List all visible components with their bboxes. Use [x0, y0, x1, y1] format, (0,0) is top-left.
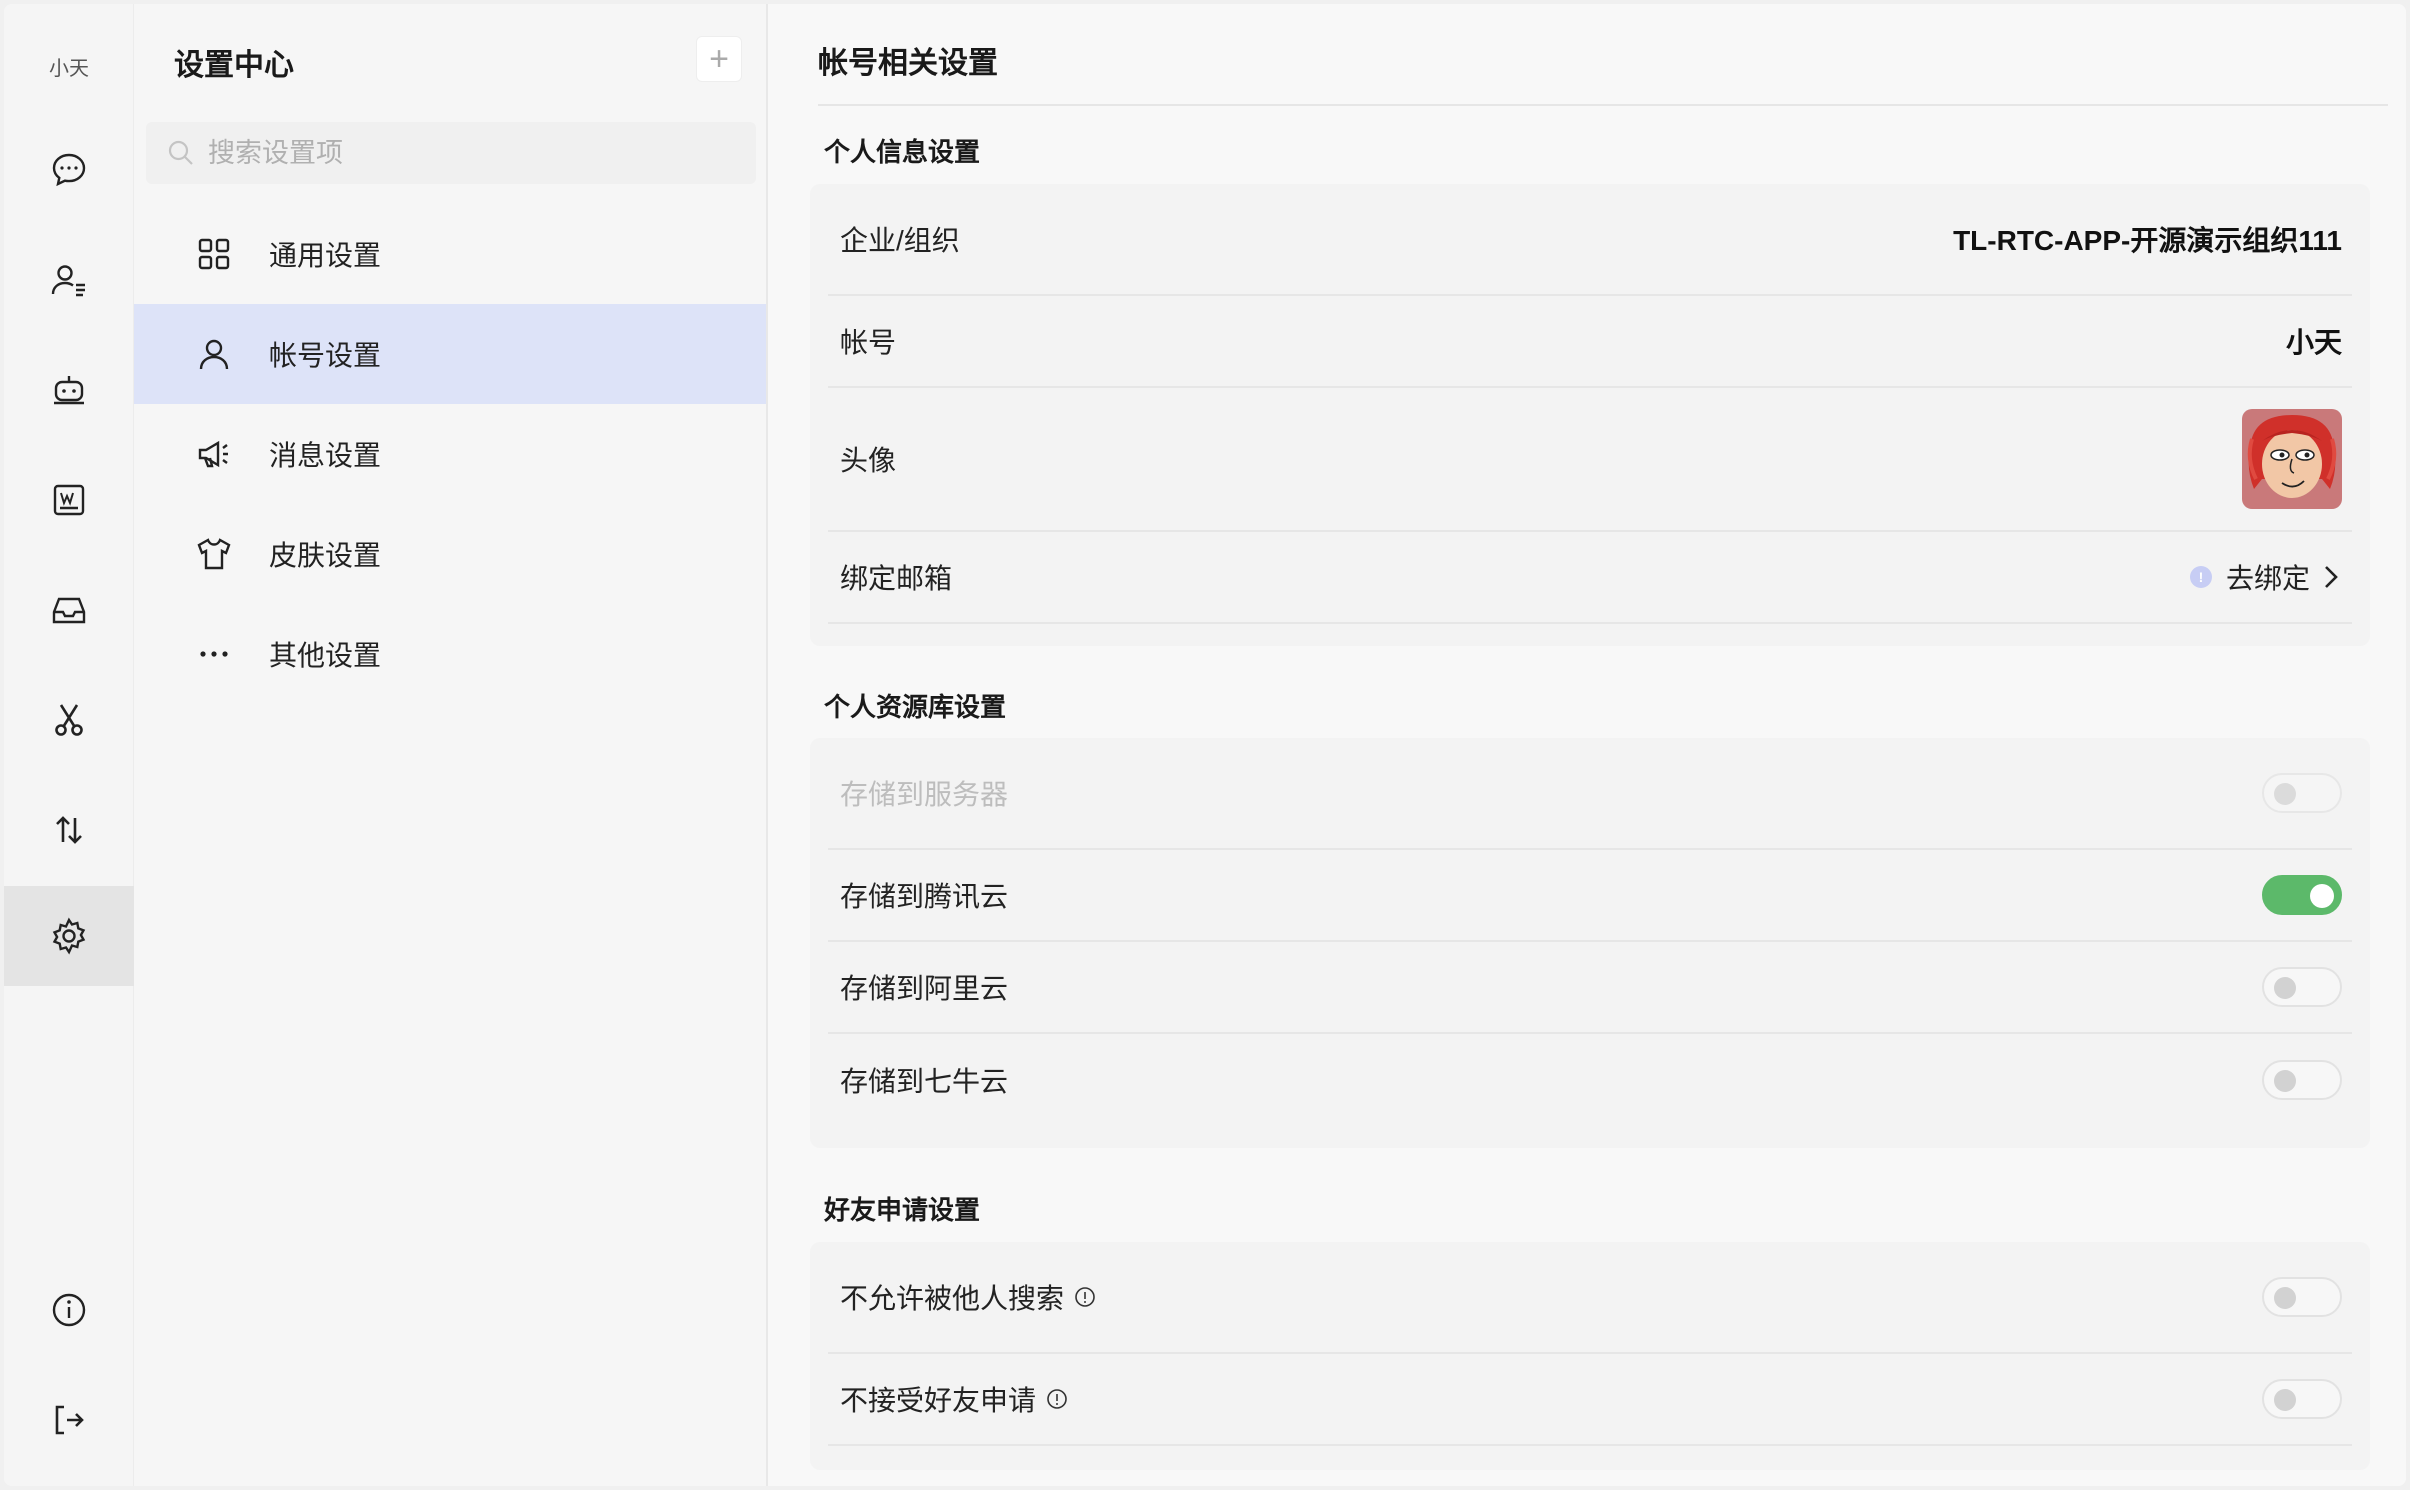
nav-item-message[interactable]: 消息设置: [134, 404, 843, 504]
nav-item-label: 皮肤设置: [269, 540, 382, 571]
section-title-friend: 好友申请设置: [824, 1195, 981, 1225]
more-dots-icon: [194, 634, 234, 674]
avatar[interactable]: [2242, 409, 2342, 509]
search-icon: [168, 140, 193, 165]
logout-icon: [55, 1405, 84, 1435]
info-dot-icon: !: [2189, 566, 2212, 588]
storage-tencent-toggle[interactable]: [2262, 875, 2342, 915]
nav-item-general[interactable]: 通用设置: [134, 204, 843, 304]
rail-inbox[interactable]: [4, 560, 134, 660]
grid-icon: [194, 234, 234, 274]
rail-scissors[interactable]: [4, 670, 134, 770]
rail-settings[interactable]: [4, 886, 134, 986]
row-account: 帐号 小天: [828, 296, 2352, 388]
search-box[interactable]: [146, 122, 756, 184]
org-value: TL-RTC-APP-开源演示组织111: [1953, 225, 2342, 256]
info-circle-icon[interactable]: [1074, 1286, 1096, 1308]
section-title-storage: 个人资源库设置: [824, 692, 1007, 722]
personal-info-card: 企业/组织 TL-RTC-APP-开源演示组织111 帐号 小天 头像 绑定邮箱…: [810, 184, 2370, 646]
icon-rail: 小天: [4, 4, 134, 1486]
storage-server-toggle[interactable]: [2262, 773, 2342, 813]
row-storage-tencent: 存储到腾讯云: [828, 850, 2352, 942]
avatar-label: 头像: [840, 445, 897, 476]
contacts-icon: [51, 265, 85, 297]
gear-icon: [52, 917, 86, 955]
nav-item-label: 消息设置: [269, 440, 382, 471]
no-friend-request-text: 不接受好友申请: [840, 1385, 1037, 1416]
settings-sidebar: 设置中心 + 通用设置 帐号设置 消息设置: [134, 4, 843, 1486]
inbox-icon: [52, 597, 86, 624]
row-storage-aliyun: 存储到阿里云: [828, 942, 2352, 1034]
no-search-toggle[interactable]: [2262, 1277, 2342, 1317]
bind-email-action[interactable]: ! 去绑定: [2189, 557, 2342, 597]
info-icon: [52, 1293, 86, 1327]
no-friend-request-toggle[interactable]: [2262, 1379, 2342, 1419]
settings-content: 帐号相关设置 个人信息设置 企业/组织 TL-RTC-APP-开源演示组织111…: [768, 4, 2406, 1486]
row-storage-server: 存储到服务器: [828, 738, 2352, 850]
account-value: 小天: [2285, 327, 2342, 358]
no-friend-request-label: 不接受好友申请: [840, 1379, 1068, 1419]
rail-transfer[interactable]: [4, 780, 134, 880]
nav-item-label: 帐号设置: [269, 340, 382, 371]
bind-email-link[interactable]: 去绑定: [2226, 557, 2310, 597]
sidebar-title: 设置中心: [174, 49, 294, 82]
row-avatar: 头像: [828, 388, 2352, 532]
nav-item-skin[interactable]: 皮肤设置: [134, 504, 843, 604]
storage-qiniu-toggle[interactable]: [2262, 1060, 2342, 1100]
storage-qiniu-label: 存储到七牛云: [840, 1066, 1009, 1097]
section-title-personal: 个人信息设置: [824, 137, 981, 167]
no-search-label: 不允许被他人搜索: [840, 1277, 1096, 1317]
page-title: 帐号相关设置: [818, 47, 998, 80]
no-search-text: 不允许被他人搜索: [840, 1283, 1065, 1314]
storage-aliyun-toggle[interactable]: [2262, 967, 2342, 1007]
nav-item-label: 通用设置: [269, 240, 382, 271]
nav-item-other[interactable]: 其他设置: [134, 604, 843, 704]
row-organization: 企业/组织 TL-RTC-APP-开源演示组织111: [828, 184, 2352, 296]
megaphone-icon: [194, 434, 234, 474]
rail-contacts[interactable]: [4, 230, 134, 330]
search-input[interactable]: [208, 137, 748, 169]
rail-logout[interactable]: [4, 1370, 134, 1470]
rail-robot[interactable]: [4, 340, 134, 440]
robot-icon: [54, 376, 84, 405]
org-label: 企业/组织: [840, 225, 960, 256]
scissors-icon: [55, 704, 83, 736]
document-w-icon: [53, 484, 85, 516]
row-no-search: 不允许被他人搜索: [828, 1242, 2352, 1354]
transfer-arrows-icon: [56, 816, 82, 844]
row-no-friend-request: 不接受好友申请: [828, 1354, 2352, 1446]
tshirt-icon: [194, 534, 234, 574]
storage-card: 存储到服务器 存储到腾讯云 存储到阿里云 存储到七牛云: [810, 738, 2370, 1148]
chat-bubble-icon: [52, 153, 86, 187]
info-circle-icon[interactable]: [1046, 1388, 1068, 1410]
rail-info[interactable]: [4, 1260, 134, 1360]
rail-docs[interactable]: [4, 450, 134, 550]
row-storage-qiniu: 存储到七牛云: [828, 1034, 2352, 1126]
nav-item-label: 其他设置: [269, 640, 382, 671]
row-email[interactable]: 绑定邮箱 ! 去绑定: [828, 532, 2352, 624]
rail-chat[interactable]: [4, 120, 134, 220]
user-name: 小天: [49, 58, 89, 80]
chevron-right-icon: [2325, 566, 2338, 588]
add-button[interactable]: +: [696, 36, 742, 82]
divider: [818, 104, 2388, 106]
storage-server-label: 存储到服务器: [840, 779, 1009, 810]
account-label: 帐号: [840, 327, 897, 358]
storage-aliyun-label: 存储到阿里云: [840, 973, 1009, 1004]
friend-card: 不允许被他人搜索 不接受好友申请: [810, 1242, 2370, 1470]
app-window: 小天 设置中心 + 搜索设置项 通用设置 帐号设置 消息设置 皮肤设置 其他设置…: [4, 4, 2406, 1486]
nav-item-account[interactable]: 帐号设置: [134, 304, 843, 404]
user-icon: [194, 334, 234, 374]
email-label: 绑定邮箱: [840, 563, 953, 594]
storage-tencent-label: 存储到腾讯云: [840, 881, 1009, 912]
